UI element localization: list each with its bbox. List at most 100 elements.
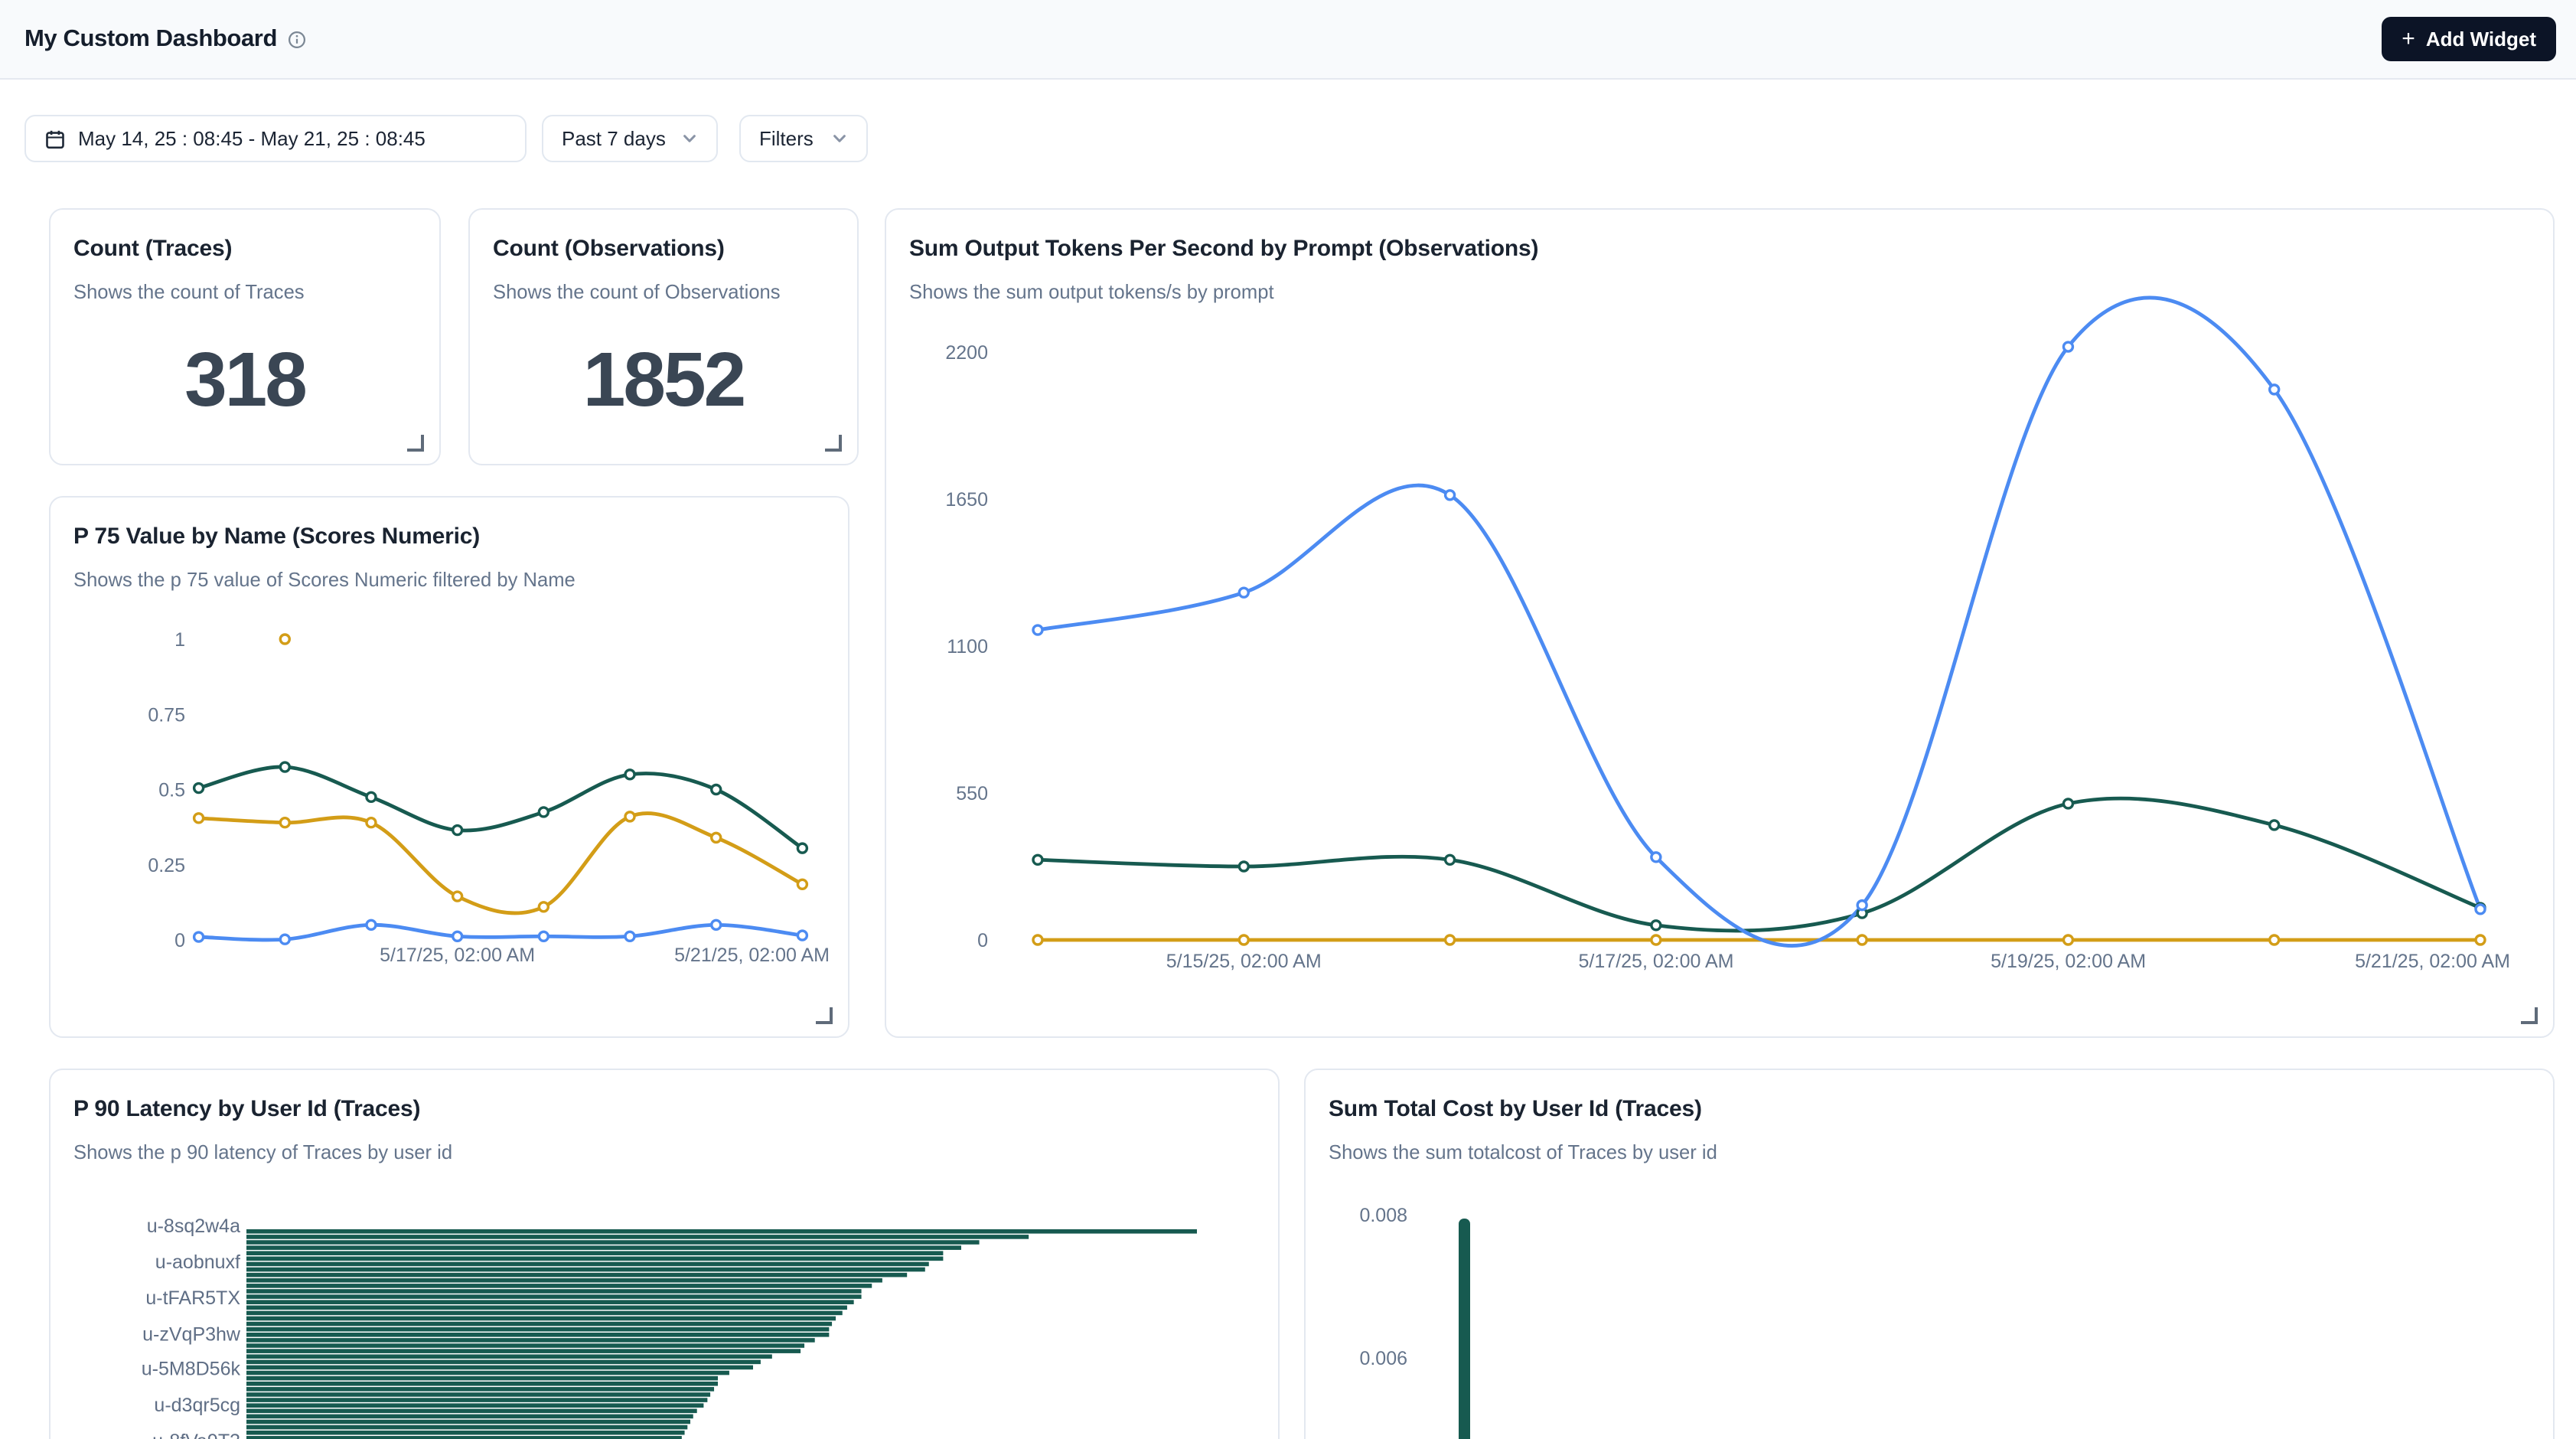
data-point-marker (539, 932, 548, 941)
x-axis-tick-label: 5/17/25, 02:00 AM (380, 945, 535, 966)
latency-bar (246, 1289, 862, 1294)
y-axis-tick-label: 0.75 (148, 704, 185, 726)
latency-bar (246, 1240, 980, 1245)
date-range-value: May 14, 25 : 08:45 - May 21, 25 : 08:45 (78, 127, 426, 150)
latency-bar (246, 1284, 872, 1288)
data-point-marker (712, 833, 721, 842)
p75-line-chart[interactable]: 00.250.50.7515/17/25, 02:00 AM5/21/25, 0… (51, 498, 848, 1036)
cost-bar (1459, 1219, 1470, 1439)
latency-bar (246, 1425, 687, 1430)
data-point-marker (453, 826, 462, 835)
latency-bar (246, 1338, 815, 1343)
latency-bar (246, 1398, 707, 1402)
latency-bar (246, 1436, 682, 1439)
date-range-picker[interactable]: May 14, 25 : 08:45 - May 21, 25 : 08:45 (24, 115, 527, 162)
latency-bar (246, 1349, 801, 1353)
widget-total-cost: Sum Total Cost by User Id (Traces) Shows… (1304, 1069, 2555, 1439)
p90-bar-chart[interactable]: u-8sq2w4au-aobnuxfu-tFAR5TXu-zVqP3hwu-5M… (51, 1070, 1278, 1439)
latency-bar (246, 1431, 685, 1435)
latency-bar (246, 1354, 772, 1359)
widget-count-traces: Count (Traces) Shows the count of Traces… (49, 208, 441, 465)
data-point-marker (1239, 862, 1248, 871)
latency-bar (246, 1257, 943, 1261)
resize-handle-icon[interactable] (825, 435, 842, 452)
add-widget-button[interactable]: + Add Widget (2382, 17, 2556, 61)
user-id-tick-label: u-5M8D56k (142, 1359, 241, 1380)
user-id-tick-label: u-zVqP3hw (142, 1324, 241, 1346)
data-point-marker (280, 818, 289, 827)
latency-bar (246, 1229, 1197, 1234)
data-point-marker (280, 762, 289, 772)
chevron-down-icon (831, 130, 848, 147)
data-point-marker (2063, 799, 2072, 808)
data-point-marker (280, 935, 289, 944)
data-point-marker (2476, 905, 2485, 914)
info-icon[interactable] (288, 30, 306, 48)
widget-title: Count (Traces) (73, 236, 232, 262)
latency-bar (246, 1278, 882, 1283)
data-point-marker (1652, 853, 1661, 862)
x-axis-tick-label: 5/19/25, 02:00 AM (1991, 951, 2146, 972)
data-point-marker (194, 814, 204, 823)
data-point-marker (367, 818, 376, 827)
widget-p75-scores: P 75 Value by Name (Scores Numeric) Show… (49, 496, 849, 1038)
y-axis-tick-label: 0 (174, 930, 185, 951)
latency-bar (246, 1403, 703, 1408)
data-point-marker (625, 770, 634, 779)
latency-bar (246, 1245, 961, 1250)
data-point-marker (1033, 625, 1042, 635)
user-id-tick-label: u-8sq2w4a (147, 1215, 240, 1237)
page-header: My Custom Dashboard + Add Widget (0, 0, 2576, 80)
widget-subtitle: Shows the count of Traces (73, 280, 305, 303)
y-axis-tick-label: 1100 (947, 636, 988, 658)
latency-bar (246, 1387, 714, 1392)
data-point-marker (712, 785, 721, 795)
data-point-marker (1652, 921, 1661, 930)
y-axis-tick-label: 2200 (945, 342, 988, 364)
data-point-marker (797, 931, 807, 940)
user-id-tick-label: u-d3qr5cg (154, 1395, 240, 1416)
resize-handle-icon[interactable] (407, 435, 424, 452)
latency-bar (246, 1305, 847, 1310)
data-point-marker (625, 812, 634, 821)
latency-bar (246, 1392, 710, 1397)
latency-bar (246, 1415, 693, 1419)
data-point-marker (194, 784, 204, 793)
latency-bar (246, 1262, 929, 1267)
cost-bar-chart[interactable]: 0.0080.006 (1306, 1070, 2553, 1439)
x-axis-tick-label: 5/21/25, 02:00 AM (2355, 951, 2510, 972)
widget-title: Count (Observations) (493, 236, 725, 262)
gold-series-line (199, 814, 803, 913)
dashboard-page: My Custom Dashboard + Add Widget May 14,… (0, 0, 2576, 1439)
latency-bar (246, 1420, 690, 1424)
data-point-marker (1446, 935, 1455, 945)
latency-bar (246, 1300, 854, 1304)
filters-dropdown[interactable]: Filters (739, 115, 868, 162)
resize-handle-icon[interactable] (816, 1007, 833, 1024)
calendar-icon (44, 128, 66, 149)
data-point-marker (712, 920, 721, 929)
data-point-marker (453, 932, 462, 941)
data-point-marker (1652, 935, 1661, 945)
y-axis-tick-label: 0 (977, 930, 988, 951)
data-point-marker (797, 879, 807, 889)
chevron-down-icon (681, 130, 698, 147)
data-point-marker (1033, 935, 1042, 945)
resize-handle-icon[interactable] (2521, 1007, 2538, 1024)
range-preset-dropdown[interactable]: Past 7 days (542, 115, 718, 162)
latency-bar (246, 1343, 804, 1348)
data-point-marker (2063, 342, 2072, 351)
y-axis-tick-label: 1 (174, 629, 185, 651)
data-point-marker (797, 843, 807, 853)
data-point-marker (1857, 935, 1867, 945)
tokens-line-chart[interactable]: 05501100165022005/15/25, 02:00 AM5/17/25… (886, 210, 2553, 1036)
data-point-marker (280, 635, 289, 644)
latency-bar (246, 1317, 836, 1321)
y-axis-tick-label: 0.25 (148, 855, 185, 876)
data-point-marker (2063, 935, 2072, 945)
data-point-marker (194, 932, 204, 941)
latency-bar (246, 1268, 925, 1272)
y-axis-tick-label: 550 (956, 783, 988, 804)
filters-label: Filters (759, 127, 814, 150)
widget-tokens-per-second: Sum Output Tokens Per Second by Prompt (… (885, 208, 2555, 1038)
